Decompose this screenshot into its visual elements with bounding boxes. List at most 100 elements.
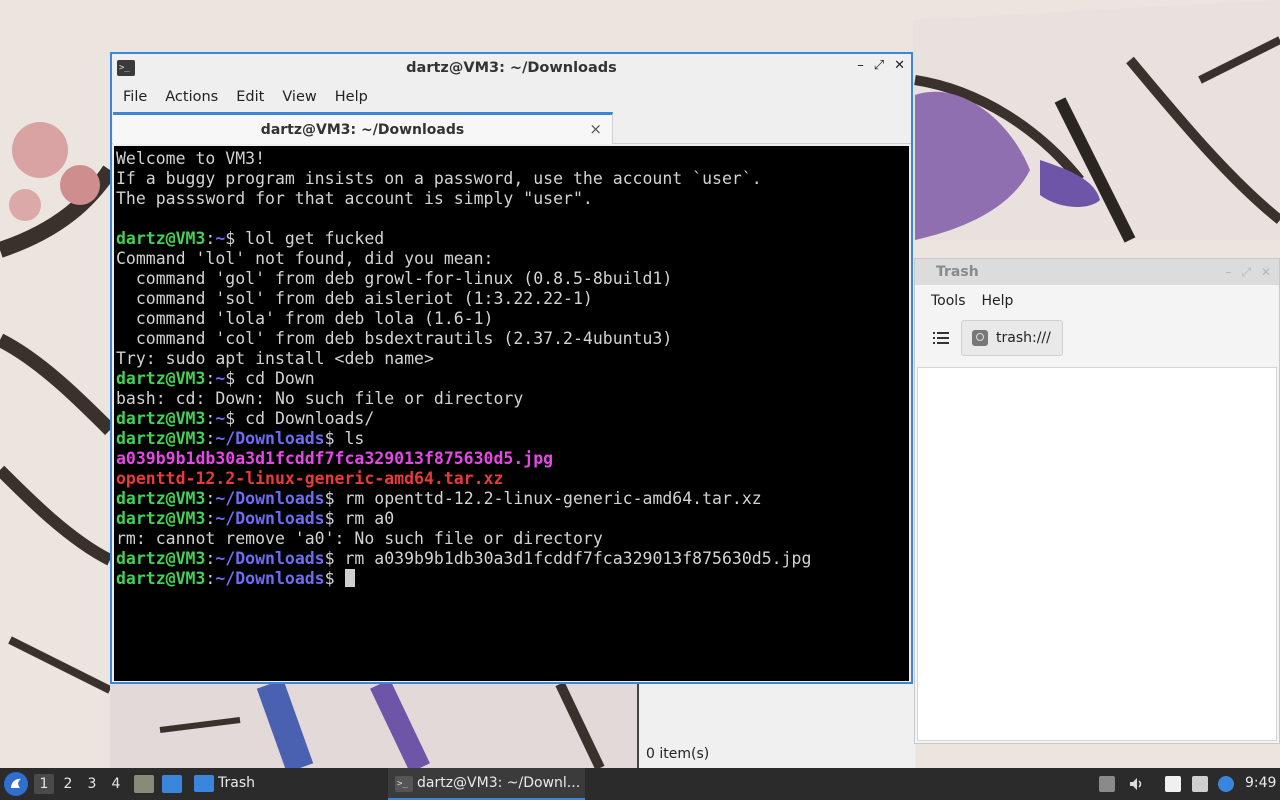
folder-icon[interactable] bbox=[194, 775, 214, 792]
volume-icon[interactable] bbox=[1128, 776, 1144, 792]
maximize-icon[interactable]: ⤢ bbox=[874, 58, 884, 73]
menu-help[interactable]: Help bbox=[974, 293, 1022, 309]
terminal-text: $ cd Down bbox=[225, 369, 315, 388]
minimize-icon[interactable]: – bbox=[857, 58, 864, 73]
trash-toolbar: trash:/// bbox=[915, 317, 1279, 359]
terminal-output[interactable]: Welcome to VM3! If a buggy program insist… bbox=[114, 146, 909, 681]
terminal-line: command 'col' from deb bsdextrautils (2.… bbox=[116, 329, 909, 349]
terminal-titlebar[interactable]: >_ dartz@VM3: ~/Downloads – ⤢ ✕ bbox=[112, 54, 911, 82]
terminal-line: dartz@VM3:~/Downloads$ rm openttd-12.2-l… bbox=[116, 489, 909, 509]
trash-window-title: Trash bbox=[936, 264, 979, 280]
terminal-window: >_ dartz@VM3: ~/Downloads – ⤢ ✕ File Act… bbox=[110, 52, 913, 684]
file-manager-launcher-icon[interactable] bbox=[134, 775, 154, 793]
terminal-text: : bbox=[205, 509, 216, 528]
terminal-line: a039b9b1db30a3d1fcddf7fca329013f875630d5… bbox=[116, 449, 909, 469]
terminal-text: dartz@VM3 bbox=[116, 569, 206, 588]
eject-icon[interactable] bbox=[1099, 776, 1115, 792]
tab-close-icon[interactable]: × bbox=[589, 120, 602, 138]
terminal-text: dartz@VM3 bbox=[116, 229, 206, 248]
taskbar-terminal-task[interactable]: >_ dartz@VM3: ~/Downl... bbox=[388, 768, 585, 800]
terminal-text: $ lol get fucked bbox=[225, 229, 385, 248]
menu-edit[interactable]: Edit bbox=[227, 89, 273, 105]
terminal-text: dartz@VM3 bbox=[116, 489, 206, 508]
workspace-3[interactable]: 3 bbox=[82, 774, 102, 794]
workspace-4[interactable]: 4 bbox=[106, 774, 126, 794]
terminal-app-icon: >_ bbox=[395, 776, 413, 792]
terminal-text: dartz@VM3 bbox=[116, 409, 206, 428]
network-icon[interactable] bbox=[1192, 776, 1208, 792]
maximize-icon[interactable]: ⤢ bbox=[1241, 259, 1251, 285]
terminal-line: command 'lola' from deb lola (1.6-1) bbox=[116, 309, 909, 329]
terminal-text: openttd-12.2-linux-generic-amd64.tar.xz bbox=[116, 469, 504, 488]
terminal-line: Command 'lol' not found, did you mean: bbox=[116, 249, 909, 269]
terminal-line: command 'gol' from deb growl-for-linux (… bbox=[116, 269, 909, 289]
path-button[interactable]: trash:/// bbox=[961, 320, 1063, 356]
trash-titlebar[interactable]: Trash – ⤢ ✕ bbox=[915, 259, 1279, 285]
terminal-text: : bbox=[205, 489, 216, 508]
menu-view[interactable]: View bbox=[273, 89, 325, 105]
terminal-text: : bbox=[205, 229, 216, 248]
minimize-icon[interactable]: – bbox=[1225, 259, 1231, 285]
terminal-app-icon: >_ bbox=[117, 60, 135, 76]
list-view-icon[interactable] bbox=[929, 326, 953, 350]
terminal-text: : bbox=[205, 409, 216, 428]
path-label: trash:/// bbox=[996, 330, 1051, 346]
terminal-tab-label: dartz@VM3: ~/Downloads bbox=[260, 121, 465, 138]
terminal-text: $ bbox=[324, 569, 345, 588]
terminal-text: ~/Downloads bbox=[215, 569, 325, 588]
terminal-text: $ rm a0 bbox=[324, 509, 395, 528]
menu-tools[interactable]: Tools bbox=[923, 293, 974, 309]
update-notifier-icon[interactable] bbox=[1218, 776, 1234, 792]
taskbar-trash-task[interactable]: Trash bbox=[218, 775, 255, 791]
terminal-line: Welcome to VM3! bbox=[116, 149, 909, 169]
terminal-text: bash: cd: Down: No such file or director… bbox=[116, 389, 524, 408]
terminal-cursor bbox=[344, 569, 355, 587]
taskbar-terminal-label: dartz@VM3: ~/Downl... bbox=[417, 775, 581, 791]
terminal-text: ~/Downloads bbox=[215, 429, 325, 448]
terminal-line: dartz@VM3:~/Downloads$ bbox=[116, 569, 909, 589]
terminal-text: : bbox=[205, 569, 216, 588]
close-icon[interactable]: ✕ bbox=[894, 58, 905, 73]
terminal-text: command 'sol' from deb aisleriot (1:3.22… bbox=[116, 289, 593, 308]
terminal-text: ~/Downloads bbox=[215, 549, 325, 568]
terminal-line: rm: cannot remove 'a0': No such file or … bbox=[116, 529, 909, 549]
show-desktop-icon[interactable] bbox=[162, 775, 182, 793]
terminal-text: a039b9b1db30a3d1fcddf7fca329013f875630d5… bbox=[116, 449, 554, 468]
terminal-text: : bbox=[205, 369, 216, 388]
terminal-line: dartz@VM3:~/Downloads$ rm a0 bbox=[116, 509, 909, 529]
terminal-line: dartz@VM3:~$ cd Downloads/ bbox=[116, 409, 909, 429]
terminal-text: command 'lola' from deb lola (1.6-1) bbox=[116, 309, 494, 328]
menu-help[interactable]: Help bbox=[326, 89, 377, 105]
terminal-line: dartz@VM3:~$ lol get fucked bbox=[116, 229, 909, 249]
terminal-line: If a buggy program insists on a password… bbox=[116, 169, 909, 189]
menu-actions[interactable]: Actions bbox=[156, 89, 227, 105]
terminal-text: $ rm openttd-12.2-linux-generic-amd64.ta… bbox=[324, 489, 762, 508]
workspace-2[interactable]: 2 bbox=[58, 774, 78, 794]
terminal-text: If a buggy program insists on a password… bbox=[116, 169, 762, 188]
terminal-window-buttons: – ⤢ ✕ bbox=[857, 58, 905, 73]
clock[interactable]: 9:49 bbox=[1245, 775, 1276, 791]
terminal-line: dartz@VM3:~/Downloads$ ls bbox=[116, 429, 909, 449]
desktop-status-bar: 0 item(s) bbox=[637, 682, 915, 768]
terminal-line: The passsword for that account is simply… bbox=[116, 189, 909, 209]
close-icon[interactable]: ✕ bbox=[1261, 259, 1271, 285]
terminal-text: rm: cannot remove 'a0': No such file or … bbox=[116, 529, 603, 548]
terminal-text: dartz@VM3 bbox=[116, 549, 206, 568]
trash-file-list[interactable] bbox=[917, 367, 1277, 741]
workspace-1[interactable]: 1 bbox=[34, 774, 54, 794]
menu-file[interactable]: File bbox=[114, 89, 156, 105]
terminal-text: The passsword for that account is simply… bbox=[116, 189, 593, 208]
trash-window-buttons: – ⤢ ✕ bbox=[1225, 259, 1279, 285]
terminal-text: $ rm a039b9b1db30a3d1fcddf7fca329013f875… bbox=[324, 549, 812, 568]
terminal-text: Welcome to VM3! bbox=[116, 149, 266, 168]
terminal-text: Command 'lol' not found, did you mean: bbox=[116, 249, 494, 268]
terminal-line: Try: sudo apt install <deb name> bbox=[116, 349, 909, 369]
terminal-tab[interactable]: dartz@VM3: ~/Downloads × bbox=[113, 112, 613, 144]
lubuntu-logo-icon[interactable] bbox=[4, 772, 28, 796]
trash-menubar: Tools Help bbox=[915, 285, 1279, 317]
terminal-text: ~/Downloads bbox=[215, 509, 325, 528]
clipboard-icon[interactable] bbox=[1165, 776, 1181, 792]
terminal-text: command 'gol' from deb growl-for-linux (… bbox=[116, 269, 673, 288]
terminal-text: ~ bbox=[215, 369, 226, 388]
terminal-text: ~ bbox=[215, 409, 226, 428]
